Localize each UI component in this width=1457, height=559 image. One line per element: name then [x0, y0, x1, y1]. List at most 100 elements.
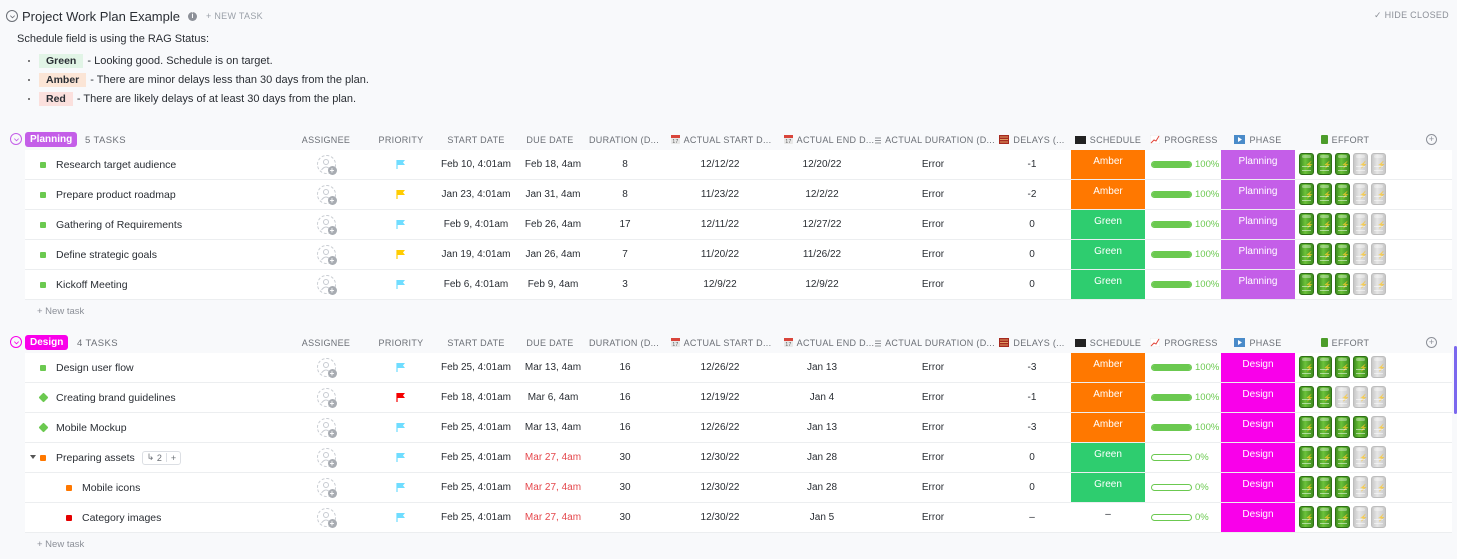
battery-empty-icon[interactable]: ⚡ — [1353, 476, 1368, 498]
due-date-cell[interactable]: Feb 26, 4am — [513, 210, 593, 239]
effort-rating[interactable]: ⚡ ⚡ ⚡ ⚡ ⚡ — [1299, 476, 1389, 498]
schedule-cell[interactable]: Green — [1071, 443, 1145, 472]
phase-cell[interactable]: Design — [1221, 353, 1295, 382]
battery-empty-icon[interactable]: ⚡ — [1353, 273, 1368, 295]
battery-empty-icon[interactable]: ⚡ — [1353, 506, 1368, 528]
add-assignee-icon[interactable]: + — [316, 418, 337, 438]
phase-cell[interactable]: Planning — [1221, 270, 1295, 299]
task-name-text[interactable]: Gathering of Requirements — [56, 219, 182, 231]
start-date-cell[interactable]: Feb 25, 4:01am — [436, 413, 516, 442]
duration-cell[interactable]: 16 — [595, 353, 655, 382]
task-name[interactable]: Design user flow — [56, 353, 134, 382]
add-column-icon[interactable]: + — [1426, 134, 1437, 145]
task-row[interactable]: Design user flow + Feb 25, 4:01am Mar 13, 4… — [25, 353, 1452, 383]
priority-cell[interactable] — [386, 270, 416, 299]
task-row[interactable]: Define strategic goals + Jan 19, 4:01am Jan… — [25, 240, 1452, 270]
phase-cell[interactable]: Design — [1221, 383, 1295, 412]
battery-empty-icon[interactable]: ⚡ — [1371, 416, 1386, 438]
start-date-cell[interactable]: Feb 18, 4:01am — [436, 383, 516, 412]
phase-cell[interactable]: Planning — [1221, 240, 1295, 269]
actual-end-cell[interactable]: Jan 5 — [782, 503, 862, 532]
battery-filled-icon[interactable]: ⚡ — [1299, 356, 1314, 378]
actual-start-cell[interactable]: 11/20/22 — [680, 240, 760, 269]
task-name[interactable]: Mobile icons — [82, 473, 140, 502]
effort-column-header[interactable]: EFFORT — [1285, 135, 1405, 146]
start-date-cell[interactable]: Feb 10, 4:01am — [436, 150, 516, 179]
battery-filled-icon[interactable]: ⚡ — [1299, 416, 1314, 438]
battery-filled-icon[interactable]: ⚡ — [1299, 183, 1314, 205]
schedule-cell[interactable]: Amber — [1071, 150, 1145, 179]
battery-filled-icon[interactable]: ⚡ — [1299, 386, 1314, 408]
assignee-cell[interactable]: + — [306, 413, 346, 442]
actual-end-cell[interactable]: 12/27/22 — [782, 210, 862, 239]
assignee-cell[interactable]: + — [306, 210, 346, 239]
battery-filled-icon[interactable]: ⚡ — [1299, 446, 1314, 468]
effort-rating[interactable]: ⚡ ⚡ ⚡ ⚡ ⚡ — [1299, 243, 1389, 265]
due-date-cell[interactable]: Jan 26, 4am — [513, 240, 593, 269]
task-row[interactable]: Mobile Mockup + Feb 25, 4:01am Mar 13, 4am 1… — [25, 413, 1452, 443]
battery-empty-icon[interactable]: ⚡ — [1371, 506, 1386, 528]
assignee-cell[interactable]: + — [306, 473, 346, 502]
battery-filled-icon[interactable]: ⚡ — [1317, 356, 1332, 378]
battery-filled-icon[interactable]: ⚡ — [1299, 153, 1314, 175]
add-assignee-icon[interactable]: + — [316, 508, 337, 528]
actual-start-cell[interactable]: 12/9/22 — [680, 270, 760, 299]
add-assignee-icon[interactable]: + — [316, 215, 337, 235]
actual-start-cell[interactable]: 11/23/22 — [680, 180, 760, 209]
duration-cell[interactable]: 17 — [595, 210, 655, 239]
add-assignee-icon[interactable]: + — [316, 155, 337, 175]
group-status-pill[interactable]: Planning — [25, 132, 78, 147]
battery-filled-icon[interactable]: ⚡ — [1335, 506, 1350, 528]
add-column-icon[interactable]: + — [1426, 337, 1437, 348]
actual-end-column-header[interactable]: 17 ACTUAL END D... — [769, 135, 889, 146]
actual-start-column-header[interactable]: 17 ACTUAL START D... — [661, 135, 781, 146]
schedule-cell[interactable]: Green — [1071, 473, 1145, 502]
task-name[interactable]: Category images — [82, 503, 161, 532]
battery-empty-icon[interactable]: ⚡ — [1371, 356, 1386, 378]
priority-cell[interactable] — [386, 503, 416, 532]
battery-filled-icon[interactable]: ⚡ — [1317, 506, 1332, 528]
assignee-cell[interactable]: + — [306, 240, 346, 269]
priority-cell[interactable] — [386, 383, 416, 412]
assignee-cell[interactable]: + — [306, 503, 346, 532]
status-icon[interactable] — [66, 515, 72, 521]
due-date-cell[interactable]: Mar 13, 4am — [513, 353, 593, 382]
start-date-cell[interactable]: Feb 9, 4:01am — [436, 210, 516, 239]
subtask-row[interactable]: Category images + Feb 25, 4:01am Mar 27, 4a… — [25, 503, 1452, 533]
actual-start-cell[interactable]: 12/26/22 — [680, 413, 760, 442]
battery-filled-icon[interactable]: ⚡ — [1299, 243, 1314, 265]
schedule-cell[interactable]: Green — [1071, 240, 1145, 269]
add-assignee-icon[interactable]: + — [316, 478, 337, 498]
task-name[interactable]: Mobile Mockup — [56, 413, 127, 442]
effort-rating[interactable]: ⚡ ⚡ ⚡ ⚡ ⚡ — [1299, 446, 1389, 468]
add-assignee-icon[interactable]: + — [316, 245, 337, 265]
duration-cell[interactable]: 30 — [595, 443, 655, 472]
schedule-cell[interactable]: Green — [1071, 210, 1145, 239]
battery-filled-icon[interactable]: ⚡ — [1317, 243, 1332, 265]
battery-empty-icon[interactable]: ⚡ — [1371, 243, 1386, 265]
start-date-cell[interactable]: Feb 25, 4:01am — [436, 443, 516, 472]
add-new-task-button[interactable]: + New task — [37, 539, 84, 550]
task-name[interactable]: Preparing assets ↳ 2 + — [56, 443, 182, 472]
actual-end-cell[interactable]: Jan 28 — [782, 443, 862, 472]
start-date-cell[interactable]: Feb 25, 4:01am — [436, 473, 516, 502]
battery-filled-icon[interactable]: ⚡ — [1335, 183, 1350, 205]
battery-filled-icon[interactable]: ⚡ — [1335, 243, 1350, 265]
status-icon[interactable] — [40, 162, 46, 168]
battery-filled-icon[interactable]: ⚡ — [1317, 446, 1332, 468]
task-row[interactable]: Kickoff Meeting + Feb 6, 4:01am Feb 9, 4am 3… — [25, 270, 1452, 300]
battery-filled-icon[interactable]: ⚡ — [1317, 213, 1332, 235]
battery-filled-icon[interactable]: ⚡ — [1335, 213, 1350, 235]
effort-rating[interactable]: ⚡ ⚡ ⚡ ⚡ ⚡ — [1299, 386, 1389, 408]
status-icon[interactable] — [40, 282, 46, 288]
schedule-cell[interactable]: Amber — [1071, 180, 1145, 209]
priority-cell[interactable] — [386, 443, 416, 472]
battery-filled-icon[interactable]: ⚡ — [1317, 416, 1332, 438]
phase-cell[interactable]: Design — [1221, 413, 1295, 442]
group-status-pill[interactable]: Design — [25, 335, 69, 350]
due-date-cell[interactable]: Mar 6, 4am — [513, 383, 593, 412]
actual-start-cell[interactable]: 12/19/22 — [680, 383, 760, 412]
effort-rating[interactable]: ⚡ ⚡ ⚡ ⚡ ⚡ — [1299, 273, 1389, 295]
battery-empty-icon[interactable]: ⚡ — [1353, 446, 1368, 468]
duration-cell[interactable]: 30 — [595, 473, 655, 502]
